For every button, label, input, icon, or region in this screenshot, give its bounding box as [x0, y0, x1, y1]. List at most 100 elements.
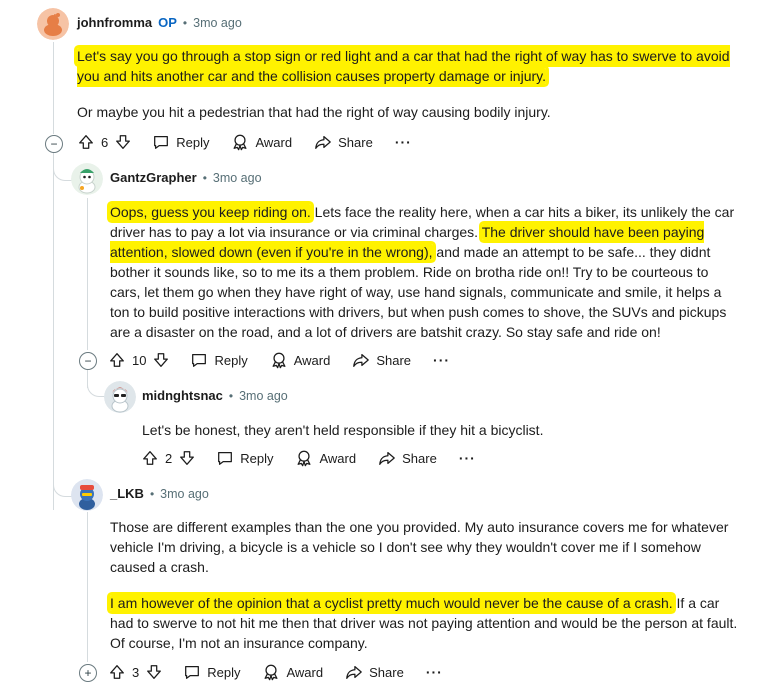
timestamp[interactable]: 3mo ago [160, 487, 209, 501]
downvote-icon[interactable] [152, 351, 170, 369]
reply-icon [183, 663, 201, 681]
downvote-icon[interactable] [114, 133, 132, 151]
comment-actions: 3 Reply Award Share ··· [108, 663, 465, 681]
vote-count: 2 [165, 450, 173, 466]
downvote-icon[interactable] [178, 449, 196, 467]
highlighted-text: Let's say you go through a stop sign or … [77, 48, 730, 84]
vote-count: 6 [101, 134, 109, 150]
op-badge: OP [158, 15, 177, 30]
comment-body: Oops, guess you keep riding on. Lets fac… [110, 202, 736, 342]
award-label: Award [319, 450, 357, 466]
share-button[interactable]: Share [352, 351, 411, 369]
thread-branch-2 [53, 160, 72, 181]
comment-body: Let's be honest, they aren't held respon… [142, 420, 732, 440]
award-icon [231, 133, 249, 151]
comment-meta: midnghtsnac • 3mo ago [142, 388, 288, 403]
comment-actions: 6 Reply Award Share ··· [77, 133, 434, 151]
reply-label: Reply [240, 450, 274, 466]
share-icon [352, 351, 370, 369]
more-options-button[interactable]: ··· [426, 664, 443, 680]
downvote-icon[interactable] [145, 663, 163, 681]
comment-actions: 10 Reply Award Share ··· [108, 351, 472, 369]
reply-label: Reply [214, 352, 248, 368]
thread-branch-4 [53, 470, 72, 497]
comment-actions: 2 Reply Award Share ··· [141, 449, 498, 467]
username[interactable]: GantzGrapher [110, 170, 197, 185]
separator: • [182, 15, 188, 30]
comment-meta: GantzGrapher • 3mo ago [110, 170, 262, 185]
share-icon [378, 449, 396, 467]
expand-button[interactable]: + [79, 664, 97, 682]
highlighted-text: I am however of the opinion that a cycli… [110, 595, 673, 611]
separator: • [202, 170, 207, 185]
vote-count: 3 [132, 664, 140, 680]
share-label: Share [369, 664, 404, 680]
more-options-button[interactable]: ··· [433, 352, 450, 368]
comment-paragraph: Or maybe you hit a pedestrian that had t… [77, 104, 551, 120]
avatar[interactable] [37, 8, 69, 40]
share-label: Share [338, 134, 373, 150]
thread-line-1b [53, 152, 54, 510]
award-icon [262, 663, 280, 681]
thread-line-4 [87, 512, 88, 662]
upvote-icon[interactable] [77, 133, 95, 151]
award-icon [295, 449, 313, 467]
comment-paragraph: Those are different examples than the on… [110, 519, 729, 575]
upvote-icon[interactable] [141, 449, 159, 467]
upvote-icon[interactable] [108, 663, 126, 681]
separator: • [149, 486, 155, 501]
upvote-icon[interactable] [108, 351, 126, 369]
comment-meta: johnfromma OP • 3mo ago [77, 15, 242, 30]
avatar[interactable] [71, 479, 103, 511]
comment-meta: _LKB • 3mo ago [110, 486, 209, 501]
highlighted-text: Oops, guess you keep riding on. [110, 204, 311, 220]
share-label: Share [402, 450, 437, 466]
award-button[interactable]: Award [295, 449, 356, 467]
vote-count: 10 [132, 352, 147, 368]
award-icon [270, 351, 288, 369]
share-button[interactable]: Share [378, 449, 437, 467]
share-button[interactable]: Share [345, 663, 404, 681]
avatar[interactable] [104, 381, 136, 413]
comment-body: Let's say you go through a stop sign or … [77, 46, 737, 122]
award-button[interactable]: Award [262, 663, 323, 681]
username[interactable]: johnfromma [77, 15, 152, 30]
share-label: Share [376, 352, 412, 368]
reply-button[interactable]: Reply [152, 133, 209, 151]
vote-group: 3 [108, 663, 163, 681]
more-options-button[interactable]: ··· [395, 134, 412, 150]
thread-line-1 [53, 42, 54, 134]
comment-body: Those are different examples than the on… [110, 517, 738, 653]
vote-group: 2 [141, 449, 196, 467]
vote-group: 6 [77, 133, 132, 151]
share-icon [314, 133, 332, 151]
avatar[interactable] [71, 163, 103, 195]
reply-button[interactable]: Reply [216, 449, 273, 467]
thread-branch-3 [87, 374, 106, 397]
username[interactable]: _LKB [110, 486, 144, 501]
timestamp[interactable]: 3mo ago [193, 16, 242, 30]
more-options-button[interactable]: ··· [459, 450, 476, 466]
reply-icon [190, 351, 208, 369]
award-button[interactable]: Award [231, 133, 292, 151]
share-button[interactable]: Share [314, 133, 373, 151]
reply-icon [152, 133, 170, 151]
share-icon [345, 663, 363, 681]
reply-button[interactable]: Reply [190, 351, 248, 369]
username[interactable]: midnghtsnac [142, 388, 223, 403]
thread-line-2 [87, 198, 88, 350]
separator: • [228, 388, 234, 403]
reply-icon [216, 449, 234, 467]
award-label: Award [293, 352, 331, 368]
collapse-button[interactable]: − [79, 352, 97, 370]
award-button[interactable]: Award [270, 351, 331, 369]
timestamp[interactable]: 3mo ago [213, 171, 262, 185]
timestamp[interactable]: 3mo ago [239, 389, 288, 403]
reply-label: Reply [207, 664, 241, 680]
reply-label: Reply [176, 134, 210, 150]
vote-group: 10 [108, 351, 170, 369]
award-label: Award [286, 664, 324, 680]
award-label: Award [255, 134, 293, 150]
reply-button[interactable]: Reply [183, 663, 240, 681]
collapse-button[interactable]: − [45, 135, 63, 153]
